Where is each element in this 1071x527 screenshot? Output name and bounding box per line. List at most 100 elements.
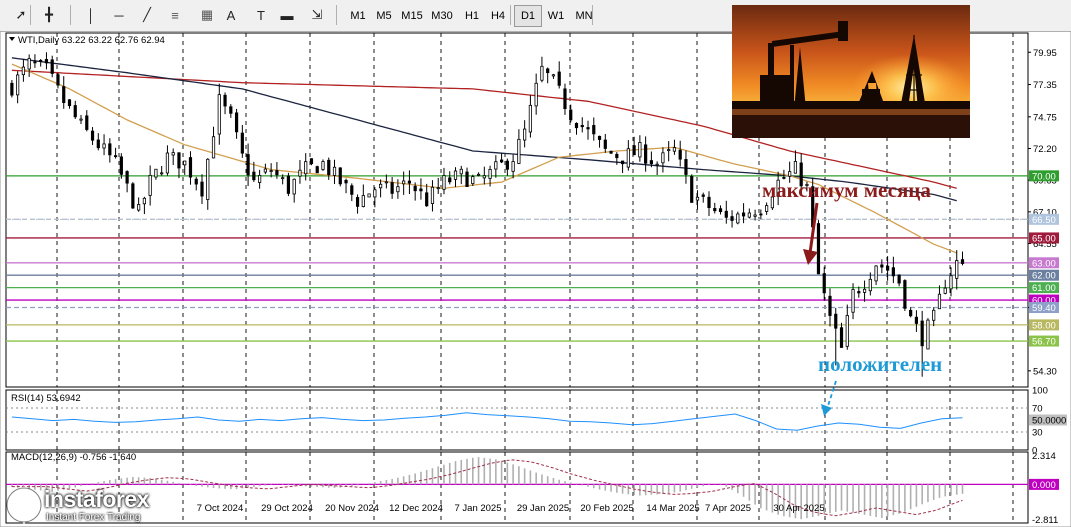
candle-body bbox=[678, 149, 682, 160]
candle-body bbox=[926, 319, 930, 350]
macd-title: MACD(12,26,9) -0.756 -1.640 bbox=[11, 452, 136, 463]
candle-body bbox=[407, 180, 412, 184]
candle-body bbox=[148, 174, 152, 196]
candle-body bbox=[206, 158, 210, 200]
candle-body bbox=[528, 104, 533, 133]
x-tick-label: 7 Apr 2025 bbox=[705, 503, 751, 514]
timeframe-w1-button[interactable]: W1 bbox=[542, 5, 570, 27]
candle-body bbox=[649, 160, 653, 165]
candle-body bbox=[690, 176, 694, 203]
candle-body bbox=[171, 152, 175, 156]
cursor-icon[interactable]: ➚ bbox=[10, 5, 32, 25]
timeframe-m5-button[interactable]: M5 bbox=[370, 5, 398, 27]
candle-body bbox=[828, 295, 832, 316]
candle-body bbox=[620, 160, 625, 165]
candle-body bbox=[119, 156, 123, 175]
grid-icon[interactable]: ▦ bbox=[196, 5, 218, 25]
candle-body bbox=[67, 99, 72, 107]
candle-body bbox=[142, 197, 146, 205]
y-tick-label: 74.75 bbox=[1033, 112, 1057, 123]
candle-body bbox=[315, 166, 319, 174]
horizontal-line-icon[interactable]: ─ bbox=[108, 5, 130, 25]
macd-tick-label: -2.811 bbox=[1032, 515, 1058, 526]
candle-body bbox=[586, 127, 590, 130]
candle-body bbox=[79, 118, 83, 121]
candle-body bbox=[183, 160, 187, 166]
candle-body bbox=[920, 320, 924, 347]
candle-body bbox=[615, 153, 619, 159]
candle-body bbox=[240, 132, 244, 154]
timeframe-h4-button[interactable]: H4 bbox=[484, 5, 512, 27]
rectangle-icon[interactable]: ▬ bbox=[276, 5, 298, 25]
crosshair-icon[interactable]: ╋ bbox=[38, 5, 60, 25]
candle-body bbox=[309, 158, 314, 165]
y-tick-label: 54.30 bbox=[1033, 366, 1057, 377]
candle-body bbox=[788, 171, 792, 177]
x-tick-label: 12 Dec 2024 bbox=[389, 503, 443, 514]
trendline-icon[interactable]: ╱ bbox=[136, 5, 158, 25]
candle-body bbox=[355, 197, 360, 207]
candle-body bbox=[713, 208, 717, 212]
candle-body bbox=[695, 196, 700, 201]
candle-body bbox=[338, 167, 342, 185]
candle-body bbox=[517, 138, 521, 164]
candle-body bbox=[419, 188, 423, 192]
fibonacci-icon[interactable]: ≡ bbox=[164, 5, 186, 25]
text-icon[interactable]: A bbox=[220, 5, 242, 25]
timeframe-h1-button[interactable]: H1 bbox=[458, 5, 486, 27]
candle-body bbox=[747, 212, 751, 218]
candle-body bbox=[21, 66, 26, 76]
timeframe-m1-button[interactable]: M1 bbox=[344, 5, 372, 27]
candle-body bbox=[505, 160, 509, 170]
candle-body bbox=[350, 185, 354, 195]
candle-body bbox=[557, 71, 561, 86]
timeframe-mn-button[interactable]: MN bbox=[570, 5, 598, 27]
candle-body bbox=[44, 59, 49, 64]
level-badge-label: 59.40 bbox=[1032, 303, 1056, 314]
level-badge-label: 70.00 bbox=[1032, 171, 1056, 182]
candle-body bbox=[684, 159, 688, 175]
candle-body bbox=[131, 183, 135, 209]
candle-body bbox=[494, 161, 498, 170]
oil-derricks-sunset-photo bbox=[732, 5, 970, 138]
macd-tick-label: 0.000 bbox=[1032, 480, 1056, 491]
candle-body bbox=[27, 58, 31, 70]
candle-body bbox=[96, 139, 100, 149]
candle-body bbox=[413, 185, 417, 192]
timeframe-m30-button[interactable]: M30 bbox=[428, 5, 456, 27]
candle-body bbox=[379, 183, 383, 189]
candle-body bbox=[551, 74, 556, 77]
candle-body bbox=[384, 181, 388, 184]
candle-body bbox=[482, 175, 486, 179]
candle-body bbox=[292, 178, 296, 195]
timeframe-m15-button[interactable]: M15 bbox=[398, 5, 426, 27]
label-icon[interactable]: T bbox=[250, 5, 272, 25]
candle-body bbox=[471, 176, 475, 185]
candle-body bbox=[851, 289, 855, 313]
candle-body bbox=[874, 265, 878, 282]
candle-body bbox=[932, 309, 936, 321]
candle-body bbox=[50, 59, 54, 74]
level-badge-label: 62.00 bbox=[1032, 271, 1056, 282]
candle-body bbox=[223, 94, 227, 107]
candle-body bbox=[765, 205, 769, 212]
candle-body bbox=[453, 170, 458, 180]
candle-body bbox=[730, 216, 734, 221]
candle-body bbox=[759, 213, 763, 216]
candle-body bbox=[897, 274, 901, 284]
y-tick-label: 79.95 bbox=[1033, 48, 1057, 59]
arrows-icon[interactable]: ⇲ bbox=[306, 5, 328, 25]
candle-body bbox=[857, 291, 861, 294]
vertical-line-icon[interactable]: │ bbox=[80, 5, 102, 25]
candle-body bbox=[868, 278, 872, 292]
candle-body bbox=[644, 144, 648, 164]
x-tick-label: 30 Apr 2025 bbox=[773, 503, 824, 514]
candle-body bbox=[886, 265, 890, 271]
candle-body bbox=[655, 163, 659, 166]
candle-body bbox=[73, 105, 77, 118]
candle-body bbox=[546, 68, 550, 74]
candle-body bbox=[903, 280, 907, 309]
candle-body bbox=[113, 155, 118, 158]
candle-body bbox=[914, 316, 919, 324]
timeframe-d1-button[interactable]: D1 bbox=[514, 5, 542, 27]
